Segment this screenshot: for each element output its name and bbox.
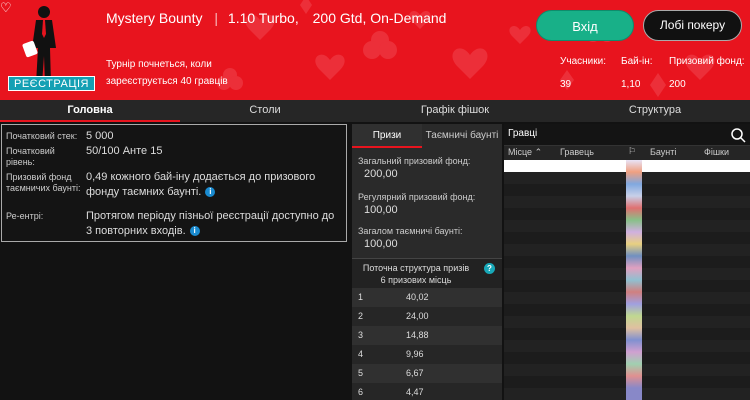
prize-place: 5 <box>358 368 364 378</box>
info-value-level: 50/100 Анте 15 <box>86 145 163 157</box>
prize-structure-title-line: Поточна структура призів <box>362 263 470 273</box>
stat-prizepool-value: 200 <box>669 79 686 90</box>
info-value-bounty-pool-text: 0,49 кожного бай-іну додається до призов… <box>86 171 316 198</box>
start-condition-line1: Турнір почнеться, коли <box>106 59 212 70</box>
bounty-total-label: Загалом таємничі баунті: <box>358 226 463 236</box>
prize-place: 1 <box>358 292 364 302</box>
flag-icon[interactable]: ⚐ <box>628 146 636 157</box>
bounty-total-value: 100,00 <box>364 238 398 250</box>
prize-structure-places: 6 призових місць <box>380 275 452 285</box>
sort-up-icon[interactable]: ⌃ <box>535 147 543 157</box>
prize-amount: 4,47 <box>406 387 424 397</box>
players-search-bar[interactable]: Гравці <box>504 124 750 146</box>
help-icon[interactable]: ? <box>484 263 495 274</box>
tournament-lobby: ♡ РЕЄСТРАЦІЯ Mystery Bounty | 1.10 Turbo… <box>0 0 750 400</box>
prize-amount: 40,02 <box>406 292 429 302</box>
prize-place: 4 <box>358 349 364 359</box>
info-value-reentry: Протягом періоду пізньої реєстрації дост… <box>86 209 342 239</box>
enter-button[interactable]: Вхід <box>536 10 634 41</box>
prize-row: 6 4,47 <box>352 383 502 400</box>
info-icon[interactable]: i <box>189 226 200 236</box>
tab-structure[interactable]: Структура <box>560 100 750 122</box>
prize-row: 3 14,88 <box>352 326 502 345</box>
regular-pool-value: 100,00 <box>364 204 398 216</box>
info-value-bounty-pool: 0,49 кожного бай-іну додається до призов… <box>86 170 342 200</box>
prize-place: 3 <box>358 330 364 340</box>
heart-icon[interactable]: ♡ <box>0 0 12 16</box>
total-pool-label: Загальний призовий фонд: <box>358 156 471 166</box>
prizes-panel: Призи Таємничі баунті Загальний призовий… <box>352 124 502 400</box>
stat-entrants: Учасники: 39 <box>560 56 606 90</box>
tab-prizes[interactable]: Призи <box>352 124 422 148</box>
col-chips[interactable]: Фішки <box>704 147 729 157</box>
info-value-reentry-text: Протягом періоду пізньої реєстрації дост… <box>86 210 335 237</box>
info-label-level: Початковий рівень: <box>6 146 55 167</box>
col-bounty[interactable]: Баунті <box>650 147 676 157</box>
stat-prizepool: Призовий фонд: 200 <box>669 56 745 90</box>
prize-amount: 14,88 <box>406 330 429 340</box>
tournament-header: ♡ РЕЄСТРАЦІЯ Mystery Bounty | 1.10 Turbo… <box>0 0 750 100</box>
prize-row: 2 24,00 <box>352 307 502 326</box>
info-label-reentry: Ре-ентрі: <box>6 211 44 221</box>
stat-entrants-label: Учасники: <box>560 56 606 67</box>
mystery-man-icon <box>22 6 56 84</box>
stat-entrants-value: 39 <box>560 79 572 90</box>
stat-prizepool-label: Призовий фонд: <box>669 56 745 67</box>
regular-pool-label: Регулярний призовий фонд: <box>358 192 476 202</box>
stat-buyin-value: 1,10 <box>621 79 641 90</box>
info-label-stack: Початковий стек: <box>6 131 78 141</box>
prize-row: 5 6,67 <box>352 364 502 383</box>
poker-lobby-button[interactable]: Лобі покеру <box>643 10 742 41</box>
tab-main[interactable]: Головна <box>0 100 180 122</box>
title-buyin: 1.10 Turbo, <box>227 10 299 26</box>
start-condition: Турнір почнеться, коли зареєструється 40… <box>106 56 346 90</box>
prize-row: 1 40,02 <box>352 288 502 307</box>
prize-structure-header: Поточна структура призів 6 призових місц… <box>352 258 502 288</box>
info-icon[interactable]: i <box>205 187 216 197</box>
main-tabs: Головна Столи Графік фішок Структура <box>0 100 750 122</box>
total-pool-value: 200,00 <box>364 168 398 180</box>
col-player[interactable]: Гравець <box>560 147 594 157</box>
prize-place: 6 <box>358 387 364 397</box>
prize-amount: 9,96 <box>406 349 424 359</box>
prize-amount: 6,67 <box>406 368 424 378</box>
tournament-info: Початковий стек: 5 000 Початковий рівень… <box>1 124 347 242</box>
col-place-label: Місце <box>508 147 533 157</box>
stat-buyin-label: Бай-ін: <box>621 56 653 67</box>
prize-row: 4 9,96 <box>352 345 502 364</box>
title-name: Mystery Bounty <box>106 10 203 26</box>
country-flags-column <box>626 160 642 400</box>
registration-badge: РЕЄСТРАЦІЯ <box>8 76 95 91</box>
tab-mystery-bounties[interactable]: Таємничі баунті <box>422 124 502 148</box>
tab-chip-graph[interactable]: Графік фішок <box>350 100 560 122</box>
tab-tables[interactable]: Столи <box>180 100 350 122</box>
info-label-bounty-pool: Призовий фонд таємничих баунті: <box>6 172 81 193</box>
title-guarantee: 200 Gtd, On-Demand <box>312 10 447 26</box>
prize-structure-title: Поточна структура призів 6 призових місц… <box>356 262 476 286</box>
players-label: Гравці <box>508 128 538 139</box>
players-panel: Гравці Місце ⌃ Гравець ⚐ Баунті Фішки <box>504 124 750 400</box>
tournament-title: Mystery Bounty | 1.10 Turbo, 200 Gtd, On… <box>106 10 447 26</box>
players-columns: Місце ⌃ Гравець ⚐ Баунті Фішки <box>504 146 750 160</box>
start-condition-line2: зареєструється 40 гравців <box>106 76 228 87</box>
col-place[interactable]: Місце ⌃ <box>508 147 542 158</box>
stat-buyin: Бай-ін: 1,10 <box>621 56 653 90</box>
prize-place: 2 <box>358 311 364 321</box>
info-value-stack: 5 000 <box>86 130 114 142</box>
search-icon[interactable] <box>730 127 746 143</box>
prize-amount: 24,00 <box>406 311 429 321</box>
